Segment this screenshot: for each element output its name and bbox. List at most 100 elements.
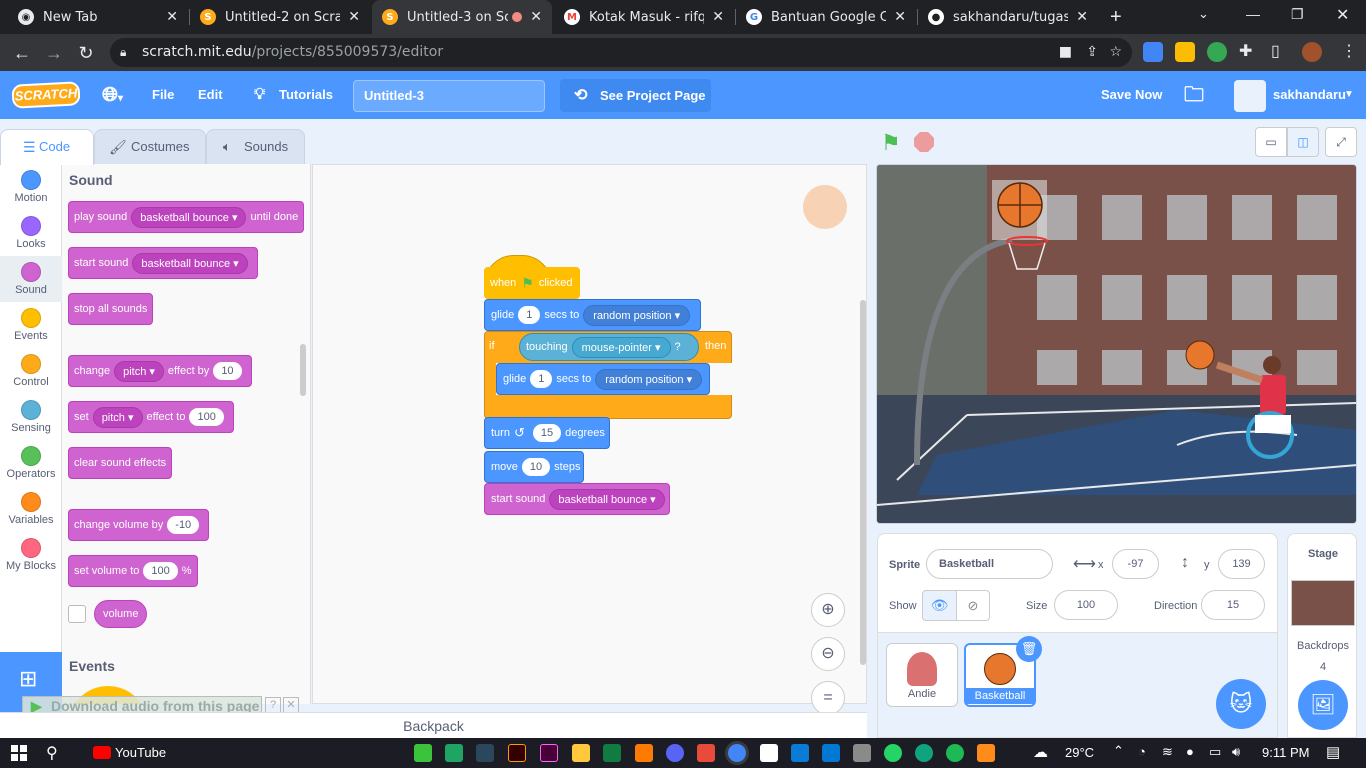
effect-dropdown[interactable]: pitch ▾ [114, 360, 164, 382]
direction-input[interactable]: 15 [1201, 590, 1265, 620]
block-touching[interactable]: touching mouse-pointer ▾ ? [519, 333, 699, 361]
tab-search-icon[interactable]: ⌄ [1198, 6, 1209, 22]
close-tab-icon[interactable]: ✕ [712, 9, 724, 25]
close-tab-icon[interactable]: ✕ [1076, 9, 1088, 25]
tutorials-lightbulb-icon[interactable]: 💡︎ [254, 71, 265, 119]
file-menu[interactable]: File [152, 71, 174, 119]
reload-icon[interactable]: ↻ [75, 42, 97, 64]
browser-tab-github[interactable]: ● sakhandaru/tugas-alp ✕ [918, 0, 1098, 34]
stop-icon[interactable] [914, 132, 934, 152]
block-set-volume[interactable]: set volume to 100 % [68, 555, 198, 587]
username-menu[interactable]: sakhandaru [1273, 71, 1346, 119]
block-start-sound-script[interactable]: start sound basketball bounce ▾ [484, 483, 670, 515]
app-icon[interactable] [697, 744, 715, 762]
zoom-out-icon[interactable]: ⊖ [811, 637, 845, 671]
block-glide-2[interactable]: glide 1 secs to random position ▾ [496, 363, 710, 395]
tab-sounds[interactable]: 🔈︎ Sounds [206, 129, 305, 165]
block-glide-1[interactable]: glide 1 secs to random position ▾ [484, 299, 701, 331]
url-input[interactable]: 🔒︎ scratch.mit.edu/projects/855009573/ed… [110, 38, 1132, 67]
chrome-icon[interactable] [728, 744, 746, 762]
illustrator-icon[interactable] [508, 744, 526, 762]
fullscreen-icon[interactable]: ⤢ [1325, 127, 1357, 157]
scratch-logo[interactable]: SCRATCH [11, 81, 81, 109]
battery-icon[interactable]: ▭ [1209, 744, 1221, 760]
effect-to-input[interactable]: 100 [189, 408, 224, 426]
sound-dropdown[interactable]: basketball bounce ▾ [131, 206, 247, 228]
tab-costumes[interactable]: 🖌︎ Costumes [94, 129, 206, 165]
browser-tab-untitled-3[interactable]: S Untitled-3 on Scra ✕ [372, 0, 552, 34]
close-tab-icon[interactable]: ✕ [894, 9, 906, 25]
close-window-icon[interactable]: ✕ [1336, 5, 1349, 25]
workspace-scrollbar[interactable] [860, 300, 866, 665]
tutorials-menu[interactable]: Tutorials [279, 71, 333, 119]
glide-target-dropdown[interactable]: random position ▾ [583, 304, 691, 326]
discord-icon[interactable] [666, 744, 684, 762]
category-motion[interactable]: Motion [0, 164, 62, 210]
side-panel-icon[interactable]: ▯ [1271, 41, 1280, 61]
turn-degrees-input[interactable]: 15 [532, 424, 562, 442]
glide-secs-input[interactable]: 1 [530, 370, 553, 388]
set-volume-input[interactable]: 100 [143, 562, 178, 580]
show-visible-eye-icon[interactable]: 👁︎ [922, 590, 957, 621]
zoom-in-icon[interactable]: ⊕ [811, 593, 845, 627]
windows-start-icon[interactable] [11, 745, 27, 761]
glide-secs-input[interactable]: 1 [518, 306, 541, 324]
close-tab-icon[interactable]: ✕ [348, 9, 360, 25]
glide-target-dropdown[interactable]: random position ▾ [595, 368, 703, 390]
block-start-sound[interactable]: start sound basketball bounce ▾ [68, 247, 258, 279]
delete-sprite-trash-icon[interactable]: 🗑︎ [1016, 636, 1042, 662]
xd-icon[interactable] [540, 744, 558, 762]
app-icon[interactable] [414, 744, 432, 762]
forward-icon[interactable]: → [43, 42, 65, 64]
y-input[interactable]: 139 [1218, 549, 1265, 579]
camera-blocked-icon[interactable]: ■ [1059, 38, 1072, 67]
block-change-volume[interactable]: change volume by -10 [68, 509, 210, 541]
effect-by-input[interactable]: 10 [213, 362, 242, 380]
volume-monitor-checkbox[interactable] [68, 605, 86, 623]
extension-icon[interactable] [1207, 42, 1227, 62]
category-sound[interactable]: Sound [0, 256, 62, 302]
whatsapp-icon[interactable] [884, 744, 902, 762]
share-icon[interactable]: ⇪ [1086, 38, 1098, 67]
spotify-icon[interactable] [946, 744, 964, 762]
chevron-down-icon[interactable]: ▼ [1344, 71, 1354, 119]
back-icon[interactable]: ← [11, 42, 33, 64]
language-globe-icon[interactable]: 🌐︎▾ [102, 71, 123, 119]
search-icon[interactable]: ⚲ [46, 743, 58, 763]
excel-icon[interactable] [603, 744, 621, 762]
tab-code[interactable]: ☰ Code [0, 129, 94, 165]
weather-temperature[interactable]: 29°C [1065, 745, 1094, 760]
wifi-icon[interactable]: ≋ [1162, 744, 1173, 760]
zoom-reset-icon[interactable]: = [811, 681, 845, 715]
file-explorer-icon[interactable] [572, 744, 590, 762]
backpack[interactable]: Backpack [0, 712, 867, 738]
add-backdrop-icon[interactable]: 🖼︎ [1298, 680, 1348, 730]
new-tab-icon[interactable]: + [1110, 6, 1122, 29]
touching-target-dropdown[interactable]: mouse-pointer ▾ [571, 336, 671, 358]
steam-icon[interactable] [476, 744, 494, 762]
size-input[interactable]: 100 [1054, 590, 1118, 620]
close-icon[interactable]: ✕ [283, 697, 299, 713]
save-now-button[interactable]: Save Now [1101, 71, 1162, 119]
block-volume-reporter[interactable]: volume [94, 600, 148, 628]
edit-menu[interactable]: Edit [198, 71, 223, 119]
browser-tab-untitled-2[interactable]: S Untitled-2 on Scratch ✕ [190, 0, 370, 34]
browser-tab-gmail[interactable]: M Kotak Masuk - rifqiag ✕ [554, 0, 734, 34]
x-input[interactable]: -97 [1112, 549, 1159, 579]
bookmark-star-icon[interactable]: ☆ [1109, 38, 1122, 67]
restore-icon[interactable]: ❐ [1291, 6, 1304, 23]
extensions-puzzle-icon[interactable]: ✚ [1239, 41, 1252, 61]
profile-avatar[interactable] [1302, 42, 1322, 62]
block-when-flag-clicked[interactable]: when ⚑ clicked [484, 267, 580, 299]
block-move-steps[interactable]: move 10 steps [484, 451, 584, 483]
microphone-icon[interactable]: ● [1186, 744, 1194, 759]
clock-time[interactable]: 9:11 PM [1262, 745, 1309, 760]
block-clear-sound-effects[interactable]: clear sound effects [68, 447, 173, 479]
network-icon[interactable]: ◔ [1138, 744, 1146, 759]
change-volume-input[interactable]: -10 [167, 516, 200, 534]
menu-kebab-icon[interactable]: ⋮ [1341, 41, 1357, 61]
my-stuff-folder-icon[interactable]: 🗀︎ [1184, 71, 1204, 119]
see-project-page-button[interactable]: ⟲ See Project Page [560, 79, 711, 112]
block-change-effect[interactable]: change pitch ▾ effect by 10 [68, 355, 252, 387]
large-stage-icon[interactable]: ◫ [1287, 127, 1319, 157]
